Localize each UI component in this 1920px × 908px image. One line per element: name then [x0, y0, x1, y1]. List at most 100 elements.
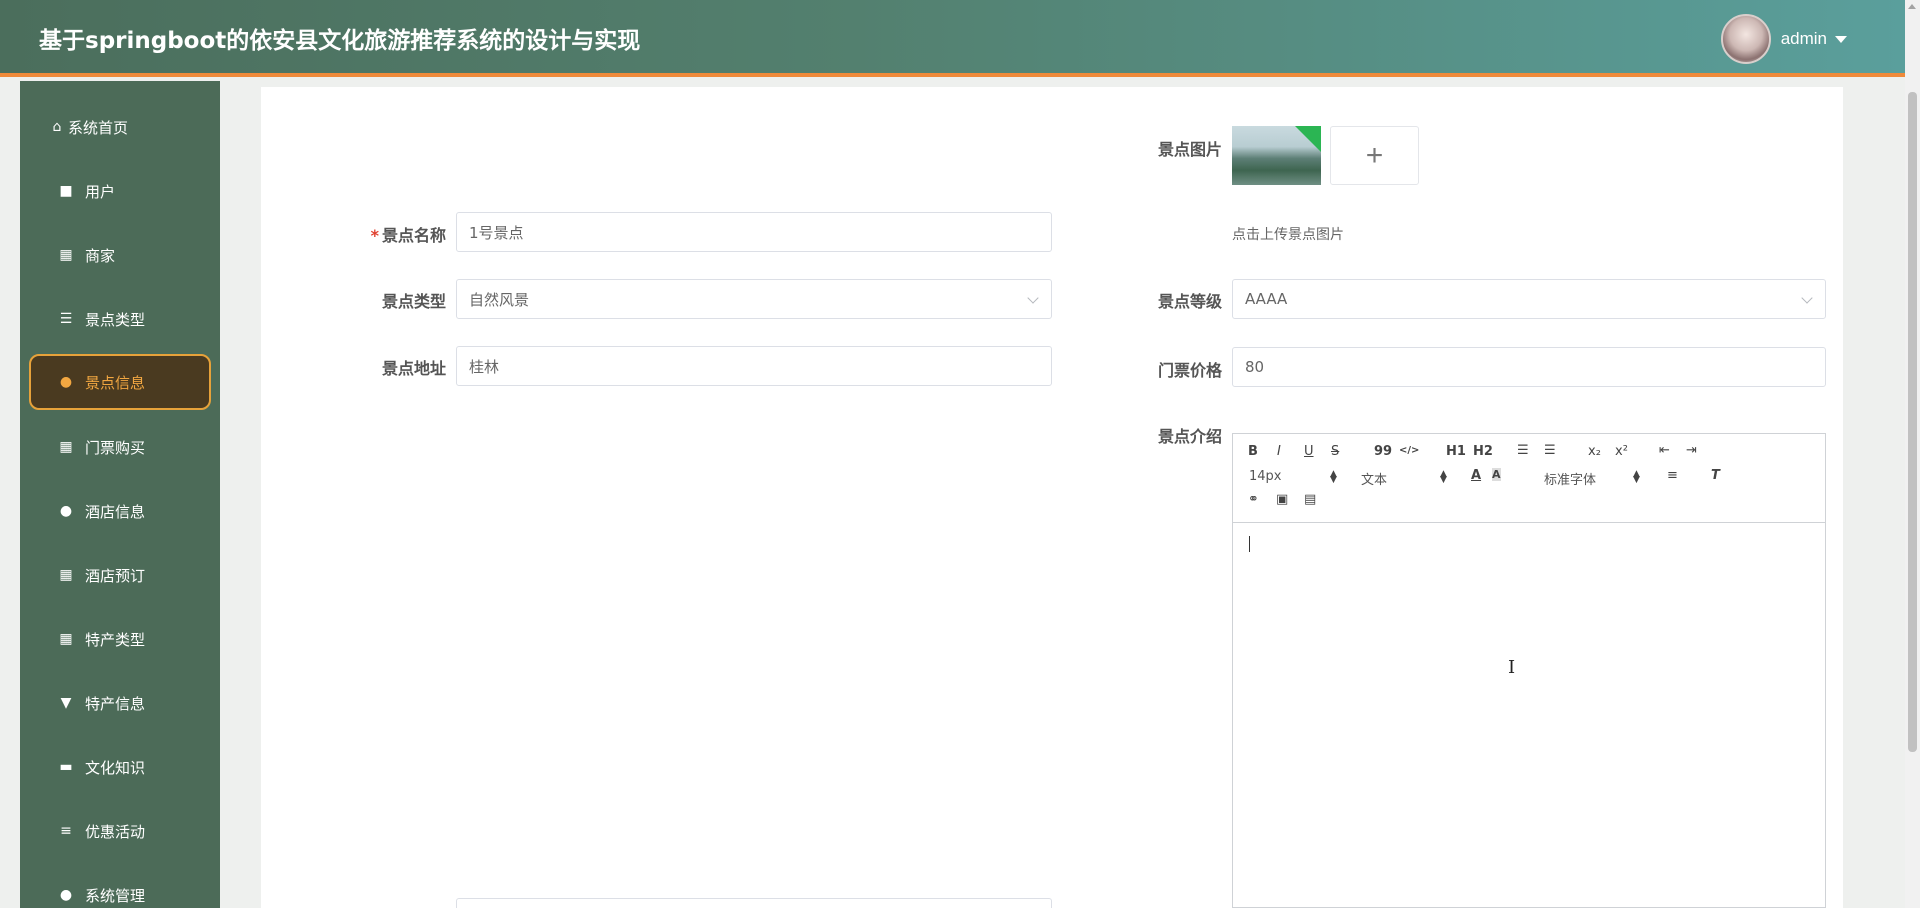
sidebar-item-spot-info[interactable]: ● 景点信息	[29, 354, 211, 410]
font-color-icon[interactable]: A	[1471, 468, 1481, 483]
intro-label: 景点介绍	[1157, 427, 1222, 446]
sidebar: ⌂ 系统首页 ■ 用户 ▦ 商家 ☰ 景点类型 ● 景点信息 ▦ 门票购买 ● …	[20, 81, 220, 908]
image-upload-button[interactable]: +	[1330, 126, 1419, 185]
partial-input[interactable]	[456, 898, 1052, 908]
address-label: 景点地址	[381, 359, 446, 378]
sidebar-item-label: 商家	[85, 246, 116, 265]
user-icon: ●	[59, 887, 73, 903]
chevron-down-icon	[1027, 292, 1039, 304]
picture-label: 景点图片	[1157, 140, 1222, 159]
sidebar-item-home[interactable]: ⌂ 系统首页	[20, 100, 220, 154]
grid-icon: ▦	[59, 247, 73, 263]
indent-icon[interactable]: ⇥	[1686, 443, 1697, 458]
superscript-button[interactable]: x²	[1615, 444, 1628, 459]
user-icon: ●	[59, 374, 73, 390]
sidebar-item-label: 景点信息	[85, 373, 146, 392]
price-input[interactable]: 80	[1232, 347, 1826, 387]
header-select[interactable]: 文本	[1361, 469, 1387, 488]
upload-hint: 点击上传景点图片	[1232, 227, 1344, 243]
sidebar-item-label: 用户	[85, 182, 116, 201]
updown-icon: ▲ ▼	[1633, 469, 1640, 485]
heading1-button[interactable]: H1	[1446, 444, 1466, 459]
heading2-button[interactable]: H2	[1473, 444, 1493, 459]
page-scrollbar[interactable]	[1905, 0, 1920, 908]
sidebar-item-users[interactable]: ■ 用户	[20, 164, 220, 218]
background-color-icon[interactable]: A	[1492, 468, 1501, 481]
user-menu[interactable]: admin	[1720, 14, 1847, 64]
bold-button[interactable]: B	[1248, 444, 1258, 459]
updown-icon: ▲ ▼	[1330, 469, 1337, 485]
caret-down-icon[interactable]	[1835, 35, 1847, 43]
outdent-icon[interactable]: ⇤	[1659, 443, 1670, 458]
top-header: 基于springboot的依安县文化旅游推荐系统的设计与实现 admin	[0, 0, 1905, 77]
level-label: 景点等级	[1157, 292, 1222, 311]
upload-success-icon	[1295, 126, 1321, 152]
sidebar-item-specialty-types[interactable]: ▦ 特产类型	[20, 612, 220, 666]
address-input[interactable]: 桂林	[456, 346, 1052, 386]
avatar[interactable]	[1720, 14, 1771, 64]
ordered-list-icon[interactable]: ☰	[1517, 443, 1529, 458]
bullet-list-icon[interactable]: ☰	[1544, 443, 1556, 458]
grid-icon: ▦	[59, 567, 73, 583]
sidebar-item-label: 景点类型	[85, 310, 146, 329]
image-icon[interactable]: ▣	[1276, 492, 1288, 507]
scrollbar-thumb[interactable]	[1908, 92, 1917, 752]
sidebar-item-spot-types[interactable]: ☰ 景点类型	[20, 292, 220, 346]
briefcase-icon: ■	[59, 183, 73, 199]
sidebar-item-specialty-info[interactable]: ▼ 特产信息	[20, 676, 220, 730]
sidebar-item-label: 门票购买	[85, 438, 146, 457]
sidebar-item-culture[interactable]: ▬ 文化知识	[20, 740, 220, 794]
scroll-up-icon[interactable]	[1908, 4, 1916, 9]
sidebar-item-hotel-booking[interactable]: ▦ 酒店预订	[20, 548, 220, 602]
ticket-icon: ▬	[59, 759, 73, 775]
sidebar-item-label: 特产信息	[85, 694, 146, 713]
rich-text-editor[interactable]: B I U S 99 </> H1 H2 ☰ ☰ x₂ x² ⇤ ⇥ 14px …	[1232, 433, 1826, 908]
list-icon: ≡	[60, 823, 72, 839]
updown-icon: ▲ ▼	[1440, 469, 1447, 485]
sidebar-item-ticket-purchase[interactable]: ▦ 门票购买	[20, 420, 220, 474]
strike-button[interactable]: S	[1331, 444, 1339, 459]
level-select-value: AAAA	[1245, 290, 1288, 308]
sidebar-item-label: 酒店预订	[85, 566, 146, 585]
username-label[interactable]: admin	[1781, 29, 1827, 49]
type-select[interactable]: 自然风景	[456, 279, 1052, 319]
link-icon[interactable]: ⚭	[1248, 492, 1259, 507]
sidebar-item-promotions[interactable]: ≡ 优惠活动	[20, 804, 220, 858]
sidebar-item-label: 优惠活动	[85, 822, 146, 841]
stamp-icon: ▼	[60, 695, 72, 711]
grid-icon: ▦	[59, 439, 73, 455]
sidebar-item-label: 系统首页	[68, 118, 129, 137]
blockquote-button[interactable]: 99	[1374, 444, 1392, 459]
text-cursor	[1249, 536, 1250, 552]
underline-button[interactable]: U	[1304, 444, 1314, 459]
font-family-select[interactable]: 标准字体	[1544, 469, 1596, 488]
name-label: * 景点名称	[360, 222, 446, 246]
code-block-button[interactable]: </>	[1399, 445, 1419, 456]
sidebar-item-label: 特产类型	[85, 630, 146, 649]
grid-icon: ▦	[59, 631, 73, 647]
editor-toolbar: B I U S 99 </> H1 H2 ☰ ☰ x₂ x² ⇤ ⇥ 14px …	[1233, 434, 1825, 523]
level-select[interactable]: AAAA	[1232, 279, 1826, 319]
font-size-select[interactable]: 14px	[1249, 469, 1282, 484]
sidebar-item-label: 系统管理	[85, 886, 146, 905]
subscript-button[interactable]: x₂	[1588, 444, 1601, 459]
uploaded-image-thumbnail[interactable]	[1232, 126, 1321, 185]
type-label: 景点类型	[381, 292, 446, 311]
price-label: 门票价格	[1157, 361, 1222, 380]
sliders-icon: ☰	[59, 311, 73, 327]
italic-button[interactable]: I	[1277, 444, 1281, 459]
clear-format-icon[interactable]: T	[1711, 468, 1720, 483]
sidebar-item-system[interactable]: ● 系统管理	[20, 868, 220, 908]
sidebar-item-label: 酒店信息	[85, 502, 146, 521]
ibeam-cursor-icon: I	[1508, 657, 1516, 678]
type-select-value: 自然风景	[469, 290, 530, 309]
sidebar-item-hotel-info[interactable]: ● 酒店信息	[20, 484, 220, 538]
align-icon[interactable]: ≡	[1667, 468, 1678, 483]
sidebar-item-label: 文化知识	[85, 758, 146, 777]
required-mark: *	[370, 226, 379, 245]
video-icon[interactable]: ▤	[1304, 492, 1316, 507]
home-icon: ⌂	[52, 119, 62, 135]
name-input[interactable]: 1号景点	[456, 212, 1052, 252]
sidebar-item-merchants[interactable]: ▦ 商家	[20, 228, 220, 282]
chevron-down-icon	[1801, 292, 1813, 304]
